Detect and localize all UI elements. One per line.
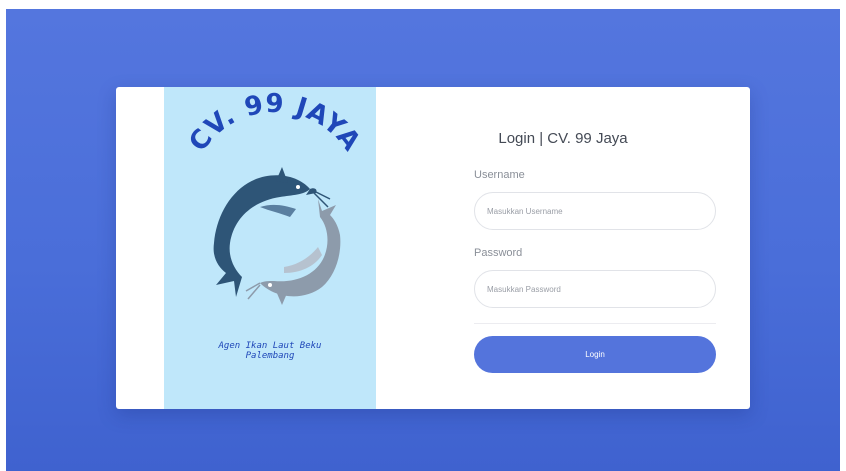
brand-panel: CV. 99 JAYA Agen Ikan Laut Beku Palemban… xyxy=(164,87,376,409)
tagline: Agen Ikan Laut Beku Palembang xyxy=(164,341,376,361)
tagline-line-2: Palembang xyxy=(245,351,295,361)
login-button[interactable]: Login xyxy=(474,336,716,373)
password-input[interactable] xyxy=(474,270,716,308)
company-logo: CV. 99 JAYA xyxy=(183,89,366,305)
username-label: Username xyxy=(474,169,525,181)
tagline-line-1: Agen Ikan Laut Beku xyxy=(218,341,322,351)
logo-text: CV. 99 JAYA xyxy=(183,89,366,157)
form-divider xyxy=(474,323,716,324)
password-label: Password xyxy=(474,247,523,259)
light-fish-icon xyxy=(245,199,341,305)
login-form: Login | CV. 99 Jaya Username Password Lo… xyxy=(376,87,750,409)
username-input[interactable] xyxy=(474,192,716,230)
login-title: Login | CV. 99 Jaya xyxy=(498,130,628,147)
login-card: CV. 99 JAYA Agen Ikan Laut Beku Palemban… xyxy=(116,87,750,409)
